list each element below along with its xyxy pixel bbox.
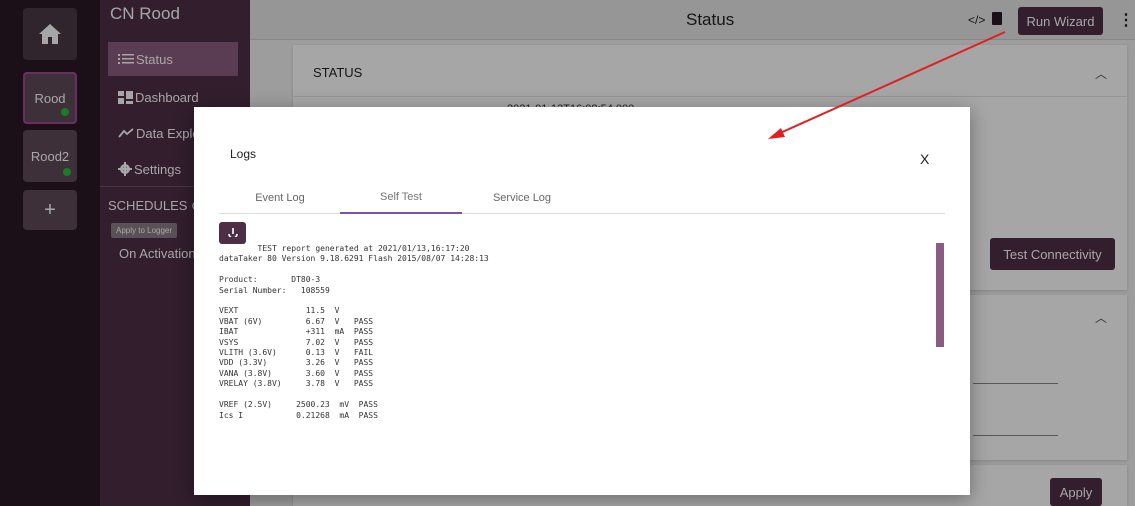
dialog-title: Logs: [230, 147, 257, 161]
refresh-icon: [227, 228, 238, 239]
tab-self-test[interactable]: Self Test: [340, 182, 462, 214]
logs-dialog: Logs X Event Log Self Test Service Log T…: [194, 107, 970, 495]
self-test-report: TEST report generated at 2021/01/13,16:1…: [219, 244, 489, 420]
refresh-button[interactable]: [219, 222, 246, 244]
close-button[interactable]: X: [920, 151, 929, 167]
tab-event-log[interactable]: Event Log: [219, 182, 341, 214]
log-tabs: Event Log Self Test Service Log: [219, 182, 945, 214]
tab-service-log[interactable]: Service Log: [461, 182, 583, 214]
report-scrollbar[interactable]: [936, 243, 944, 347]
